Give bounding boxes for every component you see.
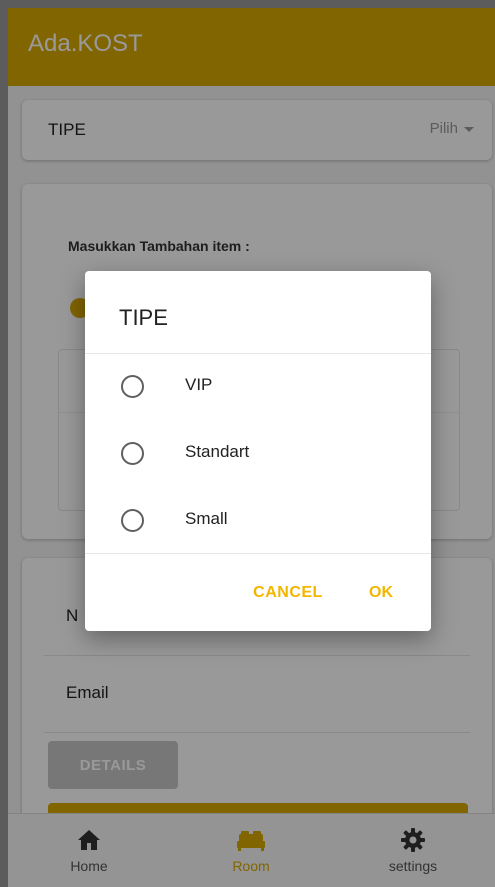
dialog-title: TIPE [119,305,168,330]
ok-button[interactable]: OK [355,577,407,609]
tipe-dialog: TIPE VIP Standart Small CANCEL OK [85,271,431,631]
dialog-divider-top [85,353,431,354]
cancel-button[interactable]: CANCEL [238,577,338,609]
dialog-divider-bottom [85,553,431,554]
radio-unchecked-icon[interactable] [121,509,144,532]
option-vip[interactable]: VIP [85,357,431,417]
option-standart-label: Standart [185,442,250,461]
option-small[interactable]: Small [85,491,431,551]
option-standart[interactable]: Standart [85,424,431,484]
option-vip-label: VIP [185,375,213,394]
radio-unchecked-icon[interactable] [121,375,144,398]
radio-unchecked-icon[interactable] [121,442,144,465]
option-small-label: Small [185,509,228,528]
